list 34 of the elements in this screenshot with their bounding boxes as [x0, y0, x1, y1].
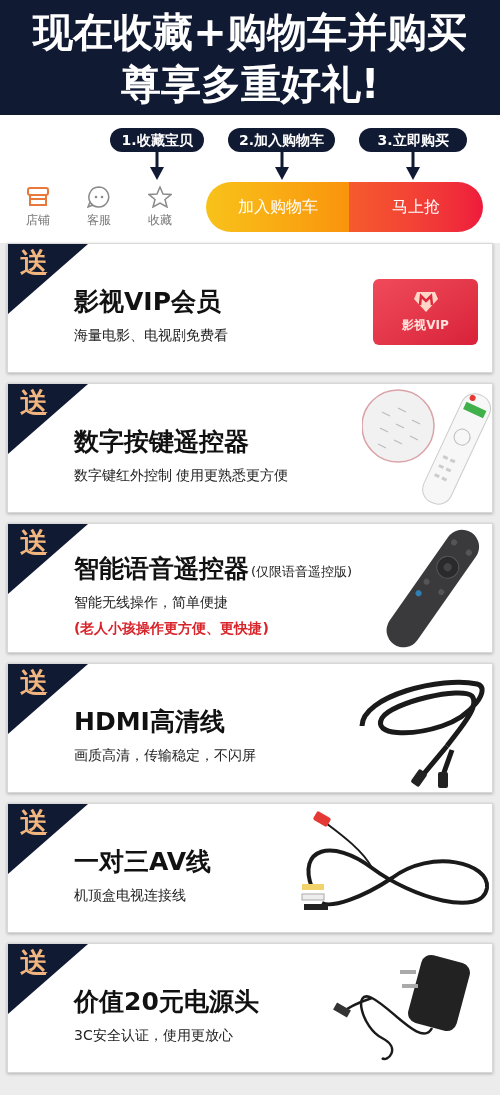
gift-description: (老人小孩操作更方便、更快捷) — [74, 619, 270, 638]
down-arrow-icon — [150, 152, 164, 180]
gift-description: 海量电影、电视剧免费看 — [74, 326, 228, 345]
toolbar-button[interactable]: 店铺 — [20, 185, 56, 229]
toolbar-button[interactable]: 收藏 — [142, 185, 178, 229]
gift-label: 送 — [20, 806, 48, 840]
step-label: 3.立即购买 — [359, 128, 467, 152]
gift-description: 数字键红外控制 使用更熟悉更方便 — [74, 466, 289, 485]
gift-description: 画质高清，传输稳定，不闪屏 — [74, 746, 256, 765]
down-arrow-icon — [274, 152, 289, 180]
buy-now-button[interactable]: 马上抢 — [349, 182, 483, 232]
gift-title: 数字按键遥控器 — [74, 426, 249, 458]
gift-label: 送 — [20, 946, 48, 980]
toolbar-button[interactable]: 客服 — [81, 185, 117, 229]
gift-title: HDMI高清线 — [74, 706, 225, 738]
gift-description: 机顶盒电视连接线 — [74, 886, 187, 905]
gift-title: 智能语音遥控器 — [74, 553, 249, 585]
gift-label: 送 — [20, 666, 48, 700]
gift-label: 送 — [20, 386, 48, 420]
step-label: 1.收藏宝贝 — [110, 128, 204, 152]
down-arrow-icon — [406, 152, 420, 180]
gift-title: 价值20元电源头 — [74, 986, 259, 1018]
step-label: 2.加入购物车 — [228, 128, 335, 152]
shield-logo-icon — [412, 290, 439, 313]
gift-label: 送 — [20, 526, 48, 560]
banner-heading: 现在收藏+购物车并购买 — [33, 7, 467, 57]
vip-card: 影视VIP — [373, 279, 478, 345]
banner-heading: 尊享多重好礼! — [120, 59, 380, 109]
gift-description: 3C安全认证，使用更放心 — [74, 1026, 234, 1045]
gift-note: (仅限语音遥控版) — [251, 563, 353, 581]
gift-label: 送 — [20, 246, 48, 280]
gift-title: 一对三AV线 — [74, 846, 211, 878]
gift-title: 影视VIP会员 — [74, 286, 221, 318]
gift-description: 智能无线操作，简单便捷 — [74, 593, 229, 612]
